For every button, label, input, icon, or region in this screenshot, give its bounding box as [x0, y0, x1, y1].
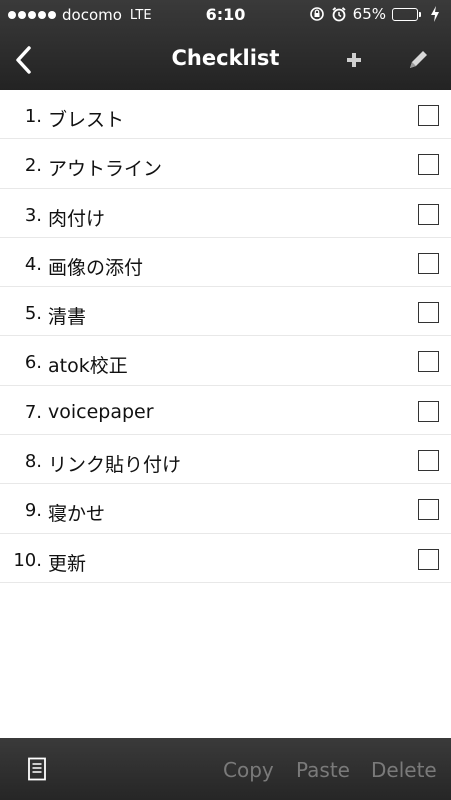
item-label: 画像の添付 — [48, 256, 144, 279]
item-number: 8. — [24, 451, 42, 473]
battery-icon — [392, 7, 421, 21]
item-number: 6. — [24, 352, 42, 374]
document-icon — [28, 757, 46, 781]
item-number: 2. — [24, 155, 42, 177]
alarm-icon — [331, 6, 347, 22]
item-label: 清書 — [48, 306, 87, 329]
item-checkbox[interactable] — [418, 203, 439, 225]
list-item[interactable]: 3. 肉付け — [0, 189, 451, 238]
item-number: 1. — [24, 106, 42, 127]
item-label: アウトライン — [48, 158, 163, 181]
delete-button[interactable]: Delete — [371, 758, 437, 782]
battery-percent: 65% — [352, 5, 386, 23]
item-checkbox[interactable] — [418, 154, 439, 176]
list-item[interactable]: 2. アウトライン — [0, 139, 451, 189]
item-checkbox[interactable] — [418, 105, 439, 126]
list-item[interactable]: 9. 寝かせ — [0, 484, 451, 534]
item-number: 3. — [24, 204, 42, 226]
bottom-toolbar: Copy Paste Delete — [0, 738, 451, 800]
item-label: atok校正 — [48, 355, 128, 378]
item-number: 7. — [24, 401, 42, 423]
document-button[interactable] — [26, 756, 48, 782]
item-checkbox[interactable] — [418, 302, 439, 324]
item-checkbox[interactable] — [418, 351, 439, 373]
item-checkbox[interactable] — [418, 252, 439, 274]
item-number: 9. — [24, 500, 42, 522]
item-checkbox[interactable] — [418, 499, 439, 521]
item-label: リンク貼り付け — [48, 454, 182, 477]
list-item[interactable]: 8. リンク貼り付け — [0, 435, 451, 485]
plus-icon — [347, 53, 361, 67]
copy-button[interactable]: Copy — [223, 758, 274, 782]
page-title: Checklist — [171, 46, 280, 70]
pencil-icon — [410, 51, 427, 68]
nav-bar: Checklist — [0, 30, 451, 90]
item-checkbox[interactable] — [418, 450, 439, 472]
item-label: 肉付け — [48, 207, 106, 230]
paste-button[interactable]: Paste — [296, 758, 350, 782]
list-item[interactable]: 10. 更新 — [0, 534, 451, 583]
item-number: 10. — [13, 549, 42, 571]
back-button[interactable] — [8, 44, 40, 76]
item-number: 4. — [24, 253, 42, 275]
checklist: 1. ブレスト 2. アウトライン 3. 肉付け 4. 画像の添付 5. 清書 6. atok校正 7.… — [0, 90, 451, 583]
list-item[interactable]: 6. atok校正 — [0, 336, 451, 386]
top-bar: docomo LTE 6:10 65% Checklist — [0, 0, 451, 90]
item-label: voicepaper — [48, 400, 154, 423]
status-right: 65% — [309, 5, 443, 23]
list-item[interactable]: 4. 画像の添付 — [0, 238, 451, 288]
list-item[interactable]: 7. voicepaper — [0, 386, 451, 436]
status-bar: docomo LTE 6:10 65% — [0, 0, 451, 30]
charging-icon — [427, 6, 443, 22]
edit-button[interactable] — [402, 44, 434, 76]
item-label: 寝かせ — [48, 503, 106, 526]
rotation-lock-icon — [309, 6, 325, 22]
add-item-button[interactable] — [340, 46, 368, 74]
chevron-left-icon — [16, 46, 31, 74]
item-checkbox[interactable] — [418, 400, 439, 422]
item-label: ブレスト — [48, 109, 125, 131]
list-item[interactable]: 5. 清書 — [0, 287, 451, 337]
item-number: 5. — [24, 303, 42, 325]
list-item[interactable]: 1. ブレスト — [0, 90, 451, 140]
item-label: 更新 — [48, 552, 87, 575]
item-checkbox[interactable] — [418, 548, 439, 570]
